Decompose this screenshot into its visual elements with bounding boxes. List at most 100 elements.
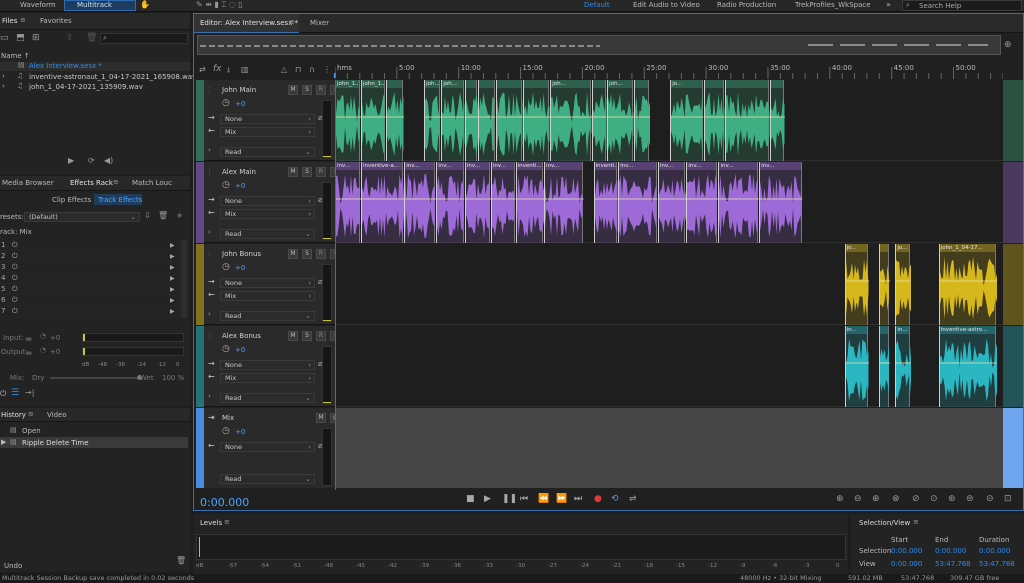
more-workspaces-button[interactable]: » [886, 0, 891, 9]
inputs-outputs-icon[interactable]: ⇄ [199, 65, 206, 74]
skip-selection-button[interactable]: ⇌ [629, 494, 637, 504]
history-item-ripple-delete[interactable]: ▶ ▤ Ripple Delete Time [0, 437, 188, 448]
selection-end[interactable]: 0:00.000 [935, 547, 966, 555]
arm-record-button[interactable]: R [316, 249, 326, 259]
favorite-star-icon[interactable]: ★ [176, 211, 183, 220]
slot-power-icon[interactable]: ⏻ [12, 262, 18, 273]
audio-clip[interactable] [634, 80, 651, 161]
audio-clip[interactable]: jo... [670, 80, 704, 161]
expand-chevron-icon[interactable]: › [208, 310, 211, 318]
audio-clip[interactable]: inventi... [593, 162, 619, 243]
zoom-selection-icon[interactable]: ⊘ [912, 494, 920, 504]
go-to-end-button[interactable]: ⏭ [574, 494, 582, 504]
effect-slot[interactable]: 2 ⏻ ▶ [0, 251, 180, 262]
mix-value[interactable]: 100 % [162, 374, 184, 382]
audio-clip[interactable]: inv... [686, 162, 719, 243]
track-header[interactable]: ⋮Alex MainMSRI◷+0→None›⌀←Mix››Read⌄ [204, 162, 340, 243]
track-name[interactable]: John Bonus [222, 250, 261, 258]
volume-value[interactable]: +0 [235, 182, 245, 190]
loop-preview-icon[interactable]: ⟳ [88, 156, 95, 165]
tab-favorites[interactable]: Favorites [40, 17, 72, 25]
search-help-field[interactable]: ⌕ Search Help [902, 0, 1022, 11]
import-icon[interactable]: ⬒ [16, 33, 25, 43]
zoom-out-full-time-icon[interactable]: ⊗ [892, 494, 900, 504]
file-row-john[interactable]: › ♫ john_1_04-17-2021_135909.wav [0, 82, 190, 92]
input-dropdown[interactable]: None › [220, 196, 315, 206]
effect-slot[interactable]: 6 ⏻ ▶ [0, 295, 180, 306]
panel-menu-icon[interactable]: ≡ [20, 16, 26, 24]
slot-arrow-icon[interactable]: ▶ [170, 262, 175, 273]
audio-clip[interactable]: inv... [436, 162, 465, 243]
autoplay-icon[interactable]: ◀) [104, 156, 113, 165]
panel-menu-icon[interactable]: ≡ [113, 178, 119, 186]
volume-knob-icon[interactable]: ◷ [222, 98, 230, 108]
go-to-start-button[interactable]: ⏮ [520, 494, 528, 504]
audio-clip[interactable]: joh... [441, 80, 465, 161]
audio-clip[interactable]: jo... [895, 244, 912, 325]
view-end[interactable]: 53:47.768 [935, 560, 971, 568]
timeline-options-icon[interactable]: ⋮ [323, 65, 331, 74]
tab-match-loudness[interactable]: Match Louc [132, 179, 172, 187]
zoom-in-time-icon[interactable]: ⊕ [872, 494, 880, 504]
waveform-mode-button[interactable]: Waveform [20, 1, 56, 9]
eq-icon[interactable]: ▥ [241, 65, 249, 74]
mix-track-header[interactable]: ⇥MixM◎◷+0←None›⌀Read⌄ [204, 408, 340, 488]
playhead-marker-icon[interactable]: ⬇ [332, 72, 338, 80]
audio-clip[interactable]: jo... [844, 244, 870, 325]
history-item-open[interactable]: ▤ Open [0, 426, 190, 436]
view-start[interactable]: 0:00.000 [891, 560, 922, 568]
audio-clip[interactable]: in... [895, 326, 912, 407]
track-grip-icon[interactable]: ⋮ [206, 250, 213, 258]
mute-button[interactable]: M [316, 413, 326, 423]
mix-slider[interactable] [50, 375, 142, 380]
track-lane[interactable]: inv... inventive-a... inv... inv... inv... in… [335, 162, 1003, 243]
panel-menu-icon[interactable]: ≡ [913, 518, 919, 526]
audio-clip[interactable]: inv... [490, 162, 516, 243]
track-header[interactable]: ⋮Alex BonusMSRI◷+0→None›⌀←Mix››Read⌄ [204, 326, 340, 407]
input-dropdown[interactable]: None › [220, 114, 315, 124]
zoom-in-amplitude-icon[interactable]: ⊕ [836, 494, 844, 504]
delete-icon[interactable]: 🗑 [86, 33, 97, 43]
audio-clip[interactable]: john_1_04-17... [938, 244, 997, 325]
clip-effects-tab[interactable]: Clip Effects [52, 196, 91, 204]
multitrack-mode-button[interactable]: Multitrack [64, 0, 136, 11]
playhead-line[interactable] [335, 80, 336, 490]
track-name[interactable]: Alex Bonus [222, 332, 261, 340]
session-overview[interactable] [197, 35, 1001, 55]
slot-arrow-icon[interactable]: ▶ [170, 306, 175, 317]
list-icon[interactable]: ☰ [11, 388, 19, 398]
slot-arrow-icon[interactable]: ▶ [170, 295, 175, 306]
tab-editor[interactable]: Editor: Alex Interview.sesx * [194, 14, 299, 33]
audio-clip[interactable]: inventive-astro... [938, 326, 997, 407]
solo-button[interactable]: S [302, 249, 312, 259]
audio-clip[interactable] [523, 80, 551, 161]
audio-clip[interactable]: john_1... [335, 80, 361, 161]
audio-clip[interactable]: inv... [335, 162, 361, 243]
output-dropdown[interactable]: Mix › [220, 373, 315, 383]
selection-duration[interactable]: 0:00.000 [979, 547, 1010, 555]
audio-clip[interactable] [703, 80, 725, 161]
slot-power-icon[interactable]: ⏻ [12, 240, 18, 251]
effect-slot[interactable]: 3 ⏻ ▶ [0, 262, 180, 273]
slot-arrow-icon[interactable]: ▶ [170, 240, 175, 251]
audio-clip[interactable] [770, 80, 786, 161]
track-effects-tab[interactable]: Track Effects [94, 194, 142, 205]
audio-clip[interactable] [879, 244, 891, 325]
effects-fx-icon[interactable]: fx [213, 64, 222, 74]
track-header[interactable]: ⋮John BonusMSRI◷+0→None›⌀←Mix››Read⌄ [204, 244, 340, 325]
audio-clip[interactable] [385, 80, 405, 161]
audio-clip[interactable]: joh... [550, 80, 593, 161]
panel-menu-icon[interactable]: ≡ [289, 18, 295, 26]
tab-mixer[interactable]: Mixer [310, 19, 329, 27]
timecode-display[interactable]: 0:00.000 [200, 496, 249, 509]
audio-clip[interactable]: inv... [759, 162, 803, 243]
slot-power-icon[interactable]: ⏻ [12, 295, 18, 306]
audio-clip[interactable]: joh... [424, 80, 442, 161]
audio-clip[interactable]: inv... [464, 162, 491, 243]
effect-slot[interactable]: 4 ⏻ ▶ [0, 273, 180, 284]
output-dropdown[interactable]: Mix › [220, 291, 315, 301]
expand-chevron-icon[interactable]: › [208, 228, 211, 236]
headphones-icon[interactable]: ∩ [309, 65, 315, 74]
tab-history[interactable]: History [1, 411, 26, 419]
track-lane[interactable]: john_1...john_1...joh...joh...joh...joh.… [335, 80, 1003, 161]
